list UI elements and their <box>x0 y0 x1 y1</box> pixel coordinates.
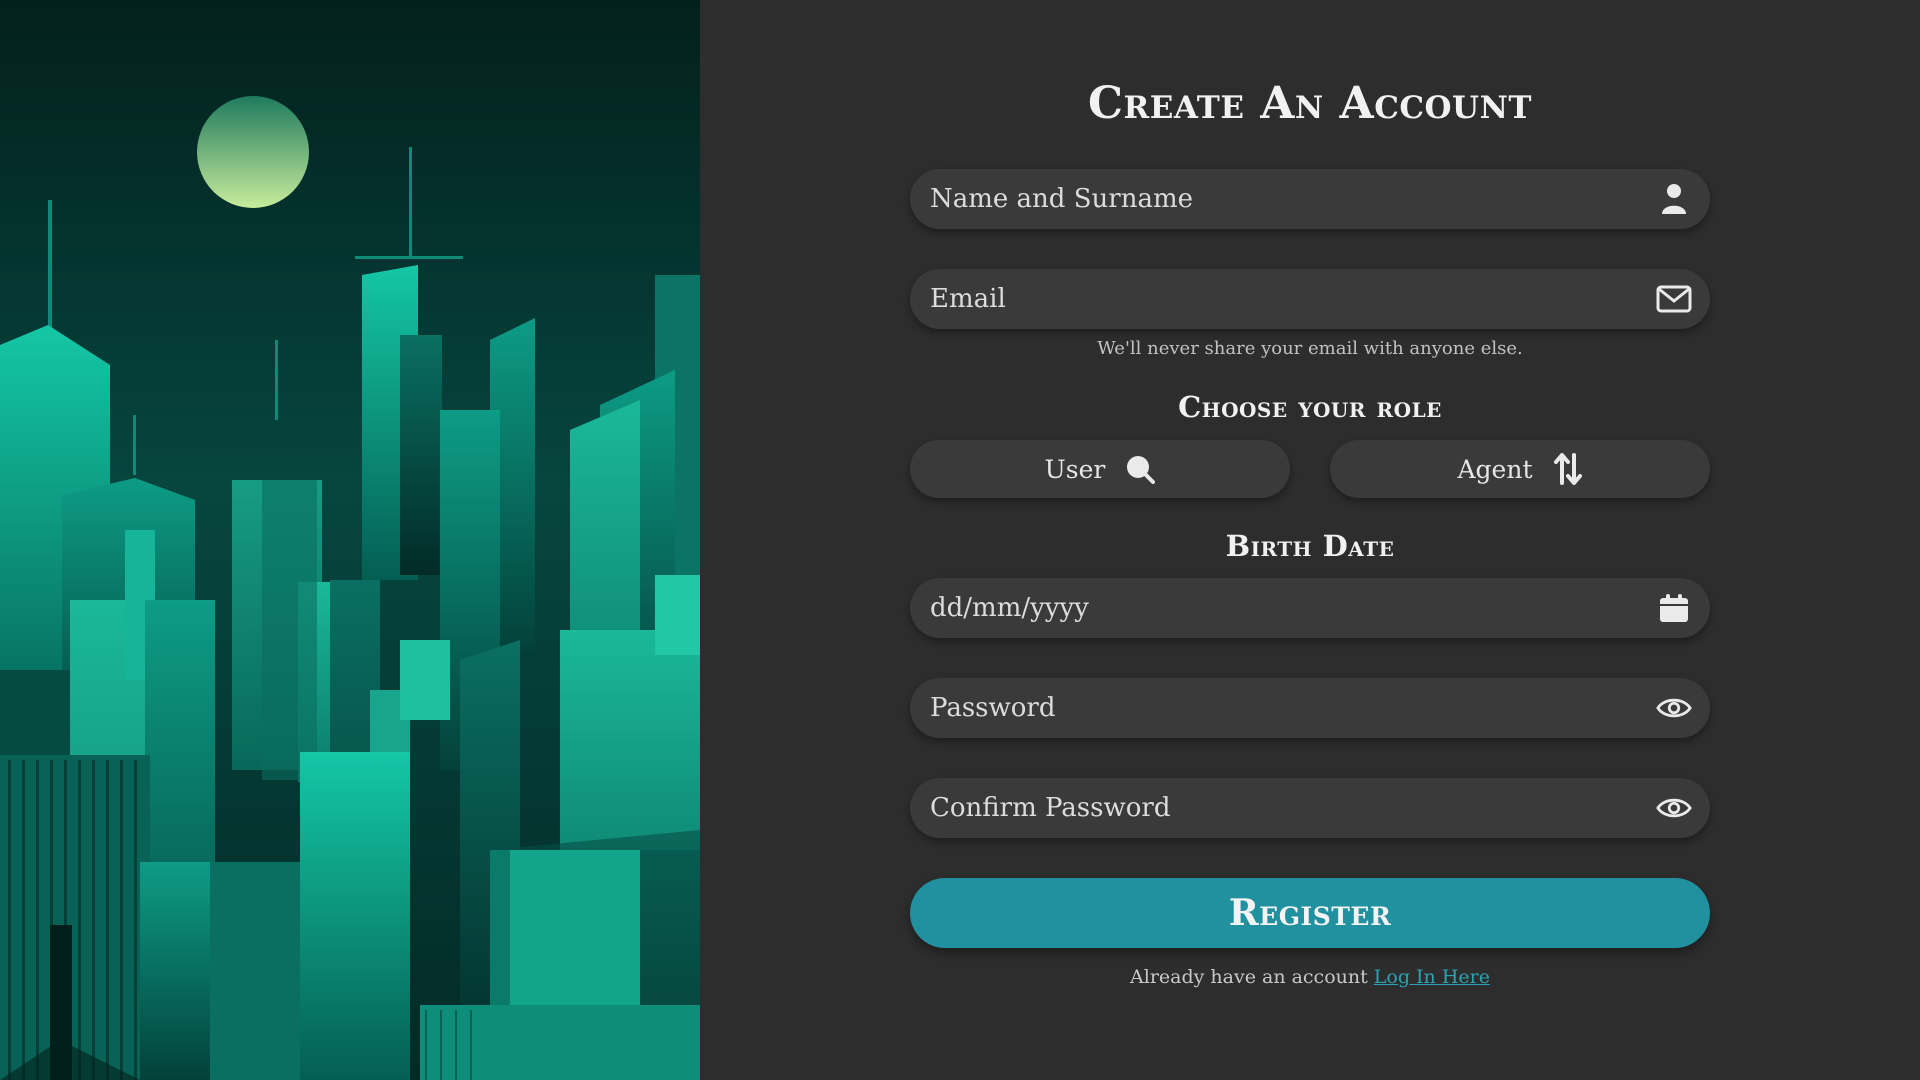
login-prompt: Already have an account Log In Here <box>910 966 1710 988</box>
role-agent-label: Agent <box>1457 454 1533 484</box>
city-illustration <box>0 0 700 1080</box>
birth-date-heading: Birth Date <box>1225 529 1395 563</box>
email-input[interactable] <box>930 269 1610 329</box>
email-hint: We'll never share your email with anyone… <box>1097 338 1523 359</box>
login-link[interactable]: Log In Here <box>1374 966 1490 988</box>
login-prompt-text: Already have an account <box>1130 966 1368 988</box>
search-icon <box>1125 454 1156 484</box>
role-agent-button[interactable]: Agent <box>1330 440 1710 498</box>
confirm-password-input[interactable] <box>930 778 1610 838</box>
eye-icon[interactable] <box>1656 790 1692 826</box>
name-field[interactable] <box>910 169 1710 229</box>
birth-date-input[interactable] <box>930 578 1610 638</box>
page-title: Create An Account <box>1087 78 1532 129</box>
moon-shape <box>197 96 309 208</box>
password-field[interactable] <box>910 678 1710 738</box>
birth-date-field[interactable] <box>910 578 1710 638</box>
sort-arrows-icon <box>1553 453 1583 485</box>
envelope-icon <box>1656 281 1692 317</box>
register-button[interactable]: Register <box>910 878 1710 948</box>
email-field[interactable] <box>910 269 1710 329</box>
role-heading: Choose your role <box>1178 390 1442 424</box>
city-skyline-image <box>0 0 700 1080</box>
name-input[interactable] <box>930 169 1610 229</box>
confirm-password-field[interactable] <box>910 778 1710 838</box>
role-user-label: User <box>1044 454 1106 484</box>
role-user-button[interactable]: User <box>910 440 1290 498</box>
register-panel: Create An Account We'll never share your… <box>700 0 1920 1080</box>
password-input[interactable] <box>930 678 1610 738</box>
person-icon <box>1656 181 1692 217</box>
calendar-icon[interactable] <box>1656 590 1692 626</box>
eye-icon[interactable] <box>1656 690 1692 726</box>
